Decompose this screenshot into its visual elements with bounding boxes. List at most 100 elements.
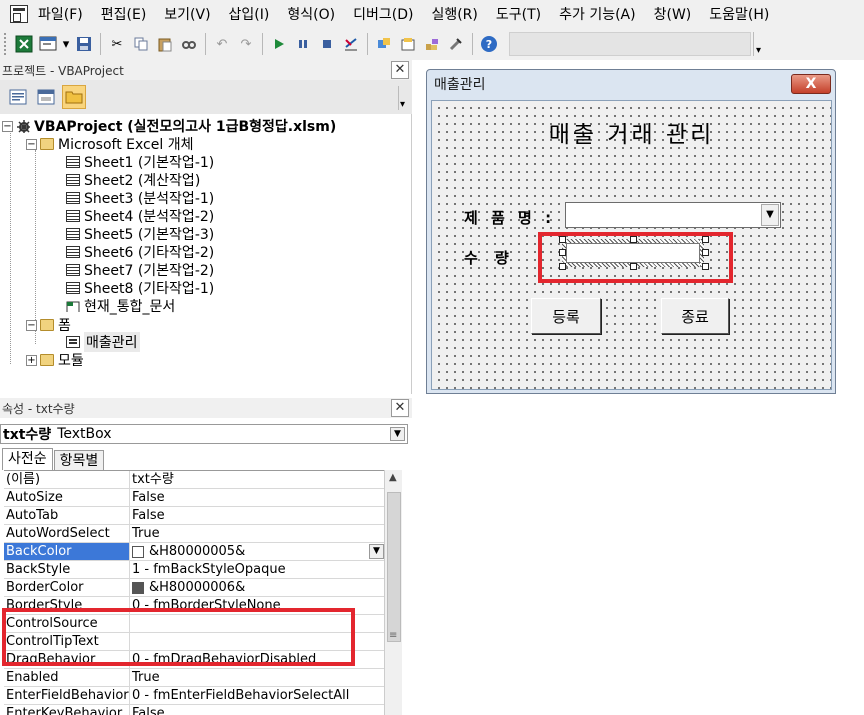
tree-node-sheet5[interactable]: Sheet5 (기본작업-3) [66, 225, 214, 243]
tree-expand-toggle[interactable]: + [26, 354, 37, 366]
scroll-up-icon[interactable]: ▲ [389, 472, 397, 483]
menu-help[interactable]: 도움말(H) [709, 4, 769, 24]
property-value[interactable]: True [130, 525, 384, 542]
resize-handle[interactable] [630, 263, 637, 270]
menu-format[interactable]: 형식(O) [287, 4, 335, 24]
excel-icon[interactable] [13, 33, 35, 55]
property-row-selected[interactable]: BackColor &H80000005& ▼ [4, 543, 384, 561]
toolbar-options-button[interactable] [753, 32, 765, 56]
property-row[interactable]: ControlSource [4, 615, 384, 633]
property-row[interactable]: ControlTipText [4, 633, 384, 651]
quantity-textbox-field[interactable] [566, 243, 700, 263]
menu-run[interactable]: 실행(R) [431, 4, 477, 24]
userform-window[interactable]: 매출관리 X 매출 거래 관리 제 품 명 : ▼ 수 량 등록 종료 [426, 69, 836, 394]
redo-icon[interactable]: ↷ [235, 33, 257, 55]
resize-handle[interactable] [559, 263, 566, 270]
tab-alphabetic[interactable]: 사전순 [2, 448, 53, 470]
product-name-label[interactable]: 제 품 명 : [464, 207, 555, 228]
break-icon[interactable] [292, 33, 314, 55]
toolbar-grip[interactable] [4, 33, 7, 55]
scrollbar-thumb[interactable] [387, 492, 401, 642]
find-icon[interactable] [178, 33, 200, 55]
property-value[interactable]: &H80000006& [130, 579, 384, 596]
property-value[interactable]: 1 - fmBackStyleOpaque [130, 561, 384, 578]
tree-collapse-toggle[interactable]: − [26, 138, 37, 150]
property-row[interactable]: AutoSize False [4, 489, 384, 507]
copy-icon[interactable] [130, 33, 152, 55]
tab-categorized[interactable]: 항목별 [53, 450, 105, 470]
property-value[interactable]: txt수량 [130, 471, 384, 488]
tree-node-sheet4[interactable]: Sheet4 (분석작업-2) [66, 207, 214, 225]
property-value[interactable]: &H80000005& ▼ [130, 543, 384, 560]
property-value[interactable]: 0 - fmEnterFieldBehaviorSelectAll [130, 687, 384, 704]
property-value[interactable]: False [130, 489, 384, 506]
tree-node-sheet8[interactable]: Sheet8 (기타작업-1) [66, 279, 214, 297]
location-combo[interactable] [509, 32, 751, 56]
tree-node-vbaproject[interactable]: − VBAProject (실전모의고사 1급B형정답.xlsm) [2, 117, 336, 135]
tree-node-userform[interactable]: 매출관리 [66, 332, 140, 352]
property-row[interactable]: EnterFieldBehavior 0 - fmEnterFieldBehav… [4, 687, 384, 705]
property-value[interactable]: 0 - fmBorderStyleNone [130, 597, 384, 614]
userform-heading-label[interactable]: 매출 거래 관리 [432, 115, 831, 149]
tree-node-sheet3[interactable]: Sheet3 (분석작업-1) [66, 189, 214, 207]
vbe-app-icon[interactable] [10, 5, 28, 23]
menu-addins[interactable]: 추가 기능(A) [559, 4, 635, 24]
tree-node-modules[interactable]: + 모듈 [26, 351, 84, 369]
tree-node-sheet2[interactable]: Sheet2 (계산작업) [66, 171, 200, 189]
tree-node-excel-objects[interactable]: − Microsoft Excel 개체 [26, 135, 193, 153]
resize-handle[interactable] [702, 263, 709, 270]
resize-handle[interactable] [630, 236, 637, 243]
tree-node-thisworkbook[interactable]: 현재_통합_문서 [66, 297, 175, 315]
toolbox-icon[interactable] [445, 33, 467, 55]
exit-button[interactable]: 종료 [661, 298, 729, 334]
cut-icon[interactable]: ✂ [106, 33, 128, 55]
menu-view[interactable]: 보기(V) [164, 4, 210, 24]
object-browser-icon[interactable] [421, 33, 443, 55]
menu-insert[interactable]: 삽입(I) [229, 4, 270, 24]
design-mode-icon[interactable] [340, 33, 362, 55]
menu-window[interactable]: 창(W) [654, 4, 692, 24]
property-value[interactable]: True [130, 669, 384, 686]
resize-handle[interactable] [559, 249, 566, 256]
property-value[interactable]: False [130, 705, 384, 715]
property-row[interactable]: AutoWordSelect True [4, 525, 384, 543]
toggle-folders-icon[interactable] [62, 85, 86, 109]
view-code-icon[interactable] [6, 85, 30, 109]
help-icon[interactable]: ? [478, 33, 500, 55]
tree-node-sheet1[interactable]: Sheet1 (기본작업-1) [66, 153, 214, 171]
chevron-down-icon[interactable]: ▾ [61, 33, 71, 55]
resize-handle[interactable] [702, 236, 709, 243]
userform-client-area[interactable]: 매출 거래 관리 제 품 명 : ▼ 수 량 등록 종료 [431, 100, 832, 390]
chevron-down-icon[interactable]: ▼ [390, 427, 405, 441]
property-row[interactable]: BorderColor &H80000006& [4, 579, 384, 597]
quantity-label[interactable]: 수 량 [464, 247, 515, 268]
resize-handle[interactable] [559, 236, 566, 243]
property-row[interactable]: EnterKeyBehavior False [4, 705, 384, 715]
menu-tools[interactable]: 도구(T) [496, 4, 541, 24]
property-value[interactable]: 0 - fmDragBehaviorDisabled [130, 651, 384, 668]
tree-collapse-toggle[interactable]: − [26, 319, 37, 331]
project-toolbar-more[interactable]: ▾ [398, 86, 408, 110]
property-row[interactable]: (이름) txt수량 [4, 471, 384, 489]
property-row[interactable]: BorderStyle 0 - fmBorderStyleNone [4, 597, 384, 615]
property-row[interactable]: DragBehavior 0 - fmDragBehaviorDisabled [4, 651, 384, 669]
chevron-down-icon[interactable]: ▼ [761, 204, 779, 226]
tree-node-forms[interactable]: − 폼 [26, 316, 71, 334]
register-button[interactable]: 등록 [531, 298, 601, 334]
property-value[interactable] [130, 615, 384, 632]
resize-handle[interactable] [702, 249, 709, 256]
property-row[interactable]: Enabled True [4, 669, 384, 687]
run-icon[interactable] [268, 33, 290, 55]
tree-collapse-toggle[interactable]: − [2, 120, 13, 132]
tree-node-sheet7[interactable]: Sheet7 (기본작업-2) [66, 261, 214, 279]
undo-icon[interactable]: ↶ [211, 33, 233, 55]
project-explorer-icon[interactable] [373, 33, 395, 55]
menu-edit[interactable]: 편집(E) [101, 4, 147, 24]
property-value[interactable] [130, 633, 384, 650]
view-object-icon[interactable] [34, 85, 58, 109]
tree-node-sheet6[interactable]: Sheet6 (기타작업-2) [66, 243, 214, 261]
close-icon[interactable]: X [791, 74, 831, 94]
property-row[interactable]: BackStyle 1 - fmBackStyleOpaque [4, 561, 384, 579]
properties-icon[interactable] [397, 33, 419, 55]
property-row[interactable]: AutoTab False [4, 507, 384, 525]
